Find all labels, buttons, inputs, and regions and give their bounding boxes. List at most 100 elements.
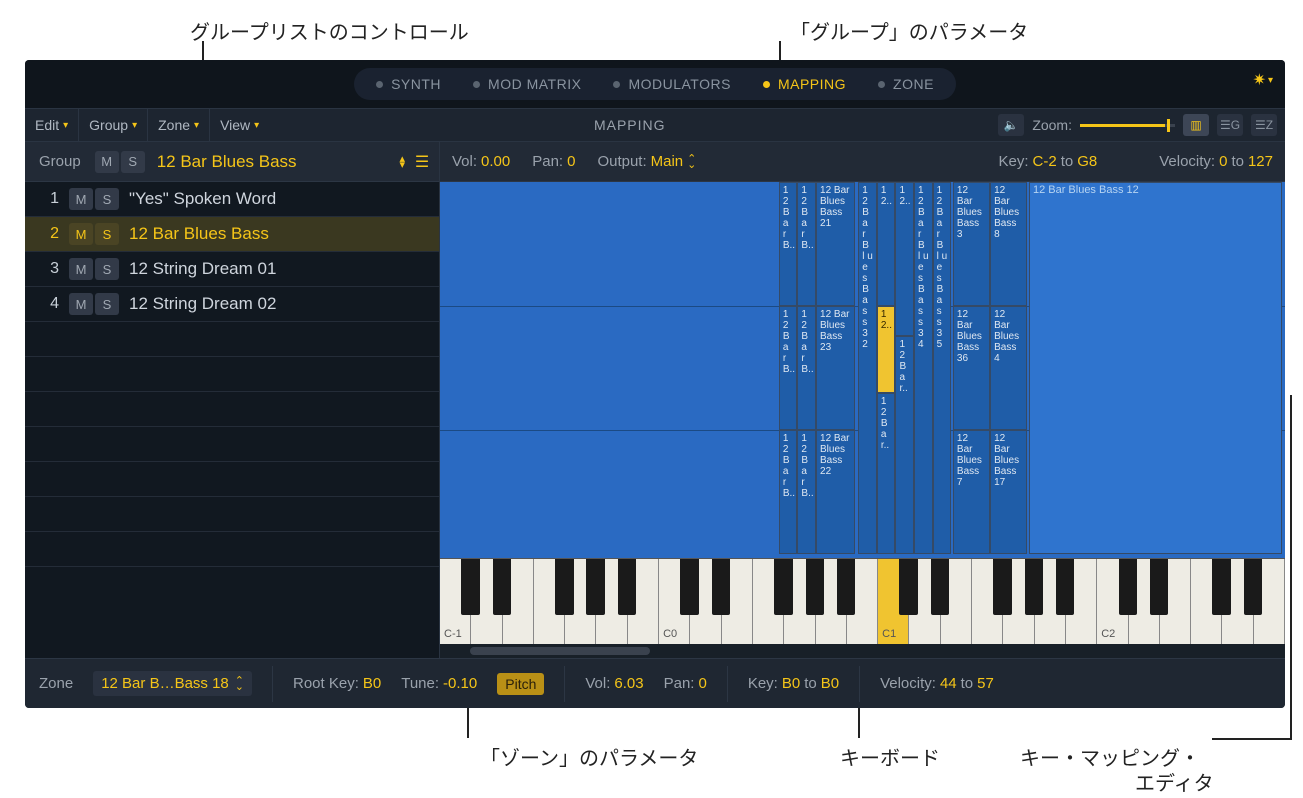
group-row-mute-button[interactable]: M — [69, 258, 93, 280]
zone-block[interactable]: 12 Bar Blues Bass 7 — [953, 430, 990, 554]
black-key[interactable] — [493, 559, 512, 615]
pitch-toggle-button[interactable]: Pitch — [497, 673, 544, 695]
zone-block[interactable]: 1 2 B a r B.. — [797, 306, 816, 430]
zone-block[interactable]: 1 2.. — [895, 182, 914, 336]
zone-block[interactable]: 1 2 B a r B l u e s B a s s 3 2 — [858, 182, 877, 554]
zone-block[interactable]: 12 Bar Blues Bass 8 — [990, 182, 1027, 306]
chevron-down-icon: ▾ — [1268, 75, 1273, 86]
black-key[interactable] — [1244, 559, 1263, 615]
black-key[interactable] — [618, 559, 637, 615]
divider — [564, 666, 565, 702]
black-key[interactable] — [461, 559, 480, 615]
group-prev-next-stepper[interactable]: ▴▾ — [399, 156, 405, 168]
zone-block[interactable]: 12 Bar Blues Bass 12 — [1029, 182, 1283, 554]
black-key[interactable] — [1025, 559, 1044, 615]
black-key[interactable] — [712, 559, 731, 615]
tab-zone[interactable]: ZONE — [862, 76, 950, 92]
tab-mapping[interactable]: MAPPING — [747, 76, 862, 92]
zone-vol-field[interactable]: Vol:6.03 — [585, 675, 643, 692]
group-row-solo-button[interactable]: S — [95, 223, 119, 245]
group-pan-field[interactable]: Pan:0 — [532, 153, 575, 170]
black-key[interactable] — [1119, 559, 1138, 615]
zone-pan-field[interactable]: Pan:0 — [664, 675, 707, 692]
group-row-mute-button[interactable]: M — [69, 188, 93, 210]
audition-button[interactable]: 🔈 — [998, 114, 1024, 136]
zone-block[interactable]: 1 2 B a r.. — [877, 393, 896, 555]
tab-modulators[interactable]: MODULATORS — [597, 76, 747, 92]
group-row-mute-button[interactable]: M — [69, 223, 93, 245]
zone-key-range[interactable]: Key:B0toB0 — [748, 675, 839, 692]
black-key[interactable] — [1212, 559, 1231, 615]
tab-synth[interactable]: SYNTH — [360, 76, 457, 92]
group-row[interactable]: 1 MS "Yes" Spoken Word — [25, 182, 439, 217]
zone-selector[interactable]: 12 Bar B…Bass 18⌃⌄ — [93, 671, 252, 696]
black-key[interactable] — [899, 559, 918, 615]
group-vol-field[interactable]: Vol:0.00 — [452, 153, 510, 170]
view-mode-zone-list[interactable]: ☰Z — [1251, 114, 1277, 136]
zone-block[interactable]: 12 Bar Blues Bass 17 — [990, 430, 1027, 554]
zone-block[interactable]: 1 2 B a r B.. — [797, 182, 816, 306]
view-mode-group-list[interactable]: ☰G — [1217, 114, 1243, 136]
keyboard[interactable]: C-1C0C1C2 — [440, 558, 1285, 644]
group-selector-name[interactable]: 12 Bar Blues Bass — [151, 152, 394, 172]
group-row[interactable]: 2 MS 12 Bar Blues Bass — [25, 217, 439, 252]
zone-tune-field[interactable]: Tune:-0.10 — [401, 675, 477, 692]
scrollbar-thumb[interactable] — [470, 647, 650, 655]
group-row-name: 12 Bar Blues Bass — [129, 224, 269, 244]
zoom-slider-handle[interactable] — [1167, 119, 1170, 132]
menu-group[interactable]: Group▾ — [79, 109, 148, 141]
zone-block[interactable]: 1 2 B a r B l u e s B a s s 3 5 — [933, 182, 952, 554]
zone-root-key-field[interactable]: Root Key:B0 — [293, 675, 381, 692]
chevron-down-icon: ▾ — [63, 120, 68, 131]
group-key-range[interactable]: Key:C-2toG8 — [999, 153, 1098, 170]
zone-block[interactable]: 1 2 B a r.. — [895, 336, 914, 554]
group-header-solo-button[interactable]: S — [121, 151, 145, 173]
zone-block[interactable]: 1 2.. — [877, 182, 896, 306]
zone-block[interactable]: 12 Bar Blues Bass 21 — [816, 182, 855, 306]
zone-block[interactable]: 12 Bar Blues Bass 22 — [816, 430, 855, 554]
settings-gear-button[interactable]: ✷▾ — [1253, 70, 1273, 90]
view-mode-keymap[interactable]: ▥ — [1183, 114, 1209, 136]
black-key[interactable] — [1056, 559, 1075, 615]
group-list-toggle-button[interactable]: ☰ — [411, 152, 433, 172]
zones-grid[interactable]: 12 Bar Blues Bass 12 1 2 B a r B.. 1 2 B… — [440, 182, 1285, 558]
zone-block[interactable]: 1 2 B a r B.. — [797, 430, 816, 554]
zone-block[interactable]: 1 2 B a r B.. — [779, 306, 798, 430]
zoom-slider[interactable] — [1080, 124, 1175, 127]
zone-list-icon: ☰Z — [1255, 118, 1273, 132]
zone-block[interactable]: 1 2 B a r B.. — [779, 182, 798, 306]
zone-block-selected[interactable]: 1 2.. — [877, 306, 896, 392]
zone-block[interactable]: 12 Bar Blues Bass 4 — [990, 306, 1027, 430]
group-label: Group — [31, 153, 89, 170]
zone-block[interactable]: 12 Bar Blues Bass 36 — [953, 306, 990, 430]
group-row-solo-button[interactable]: S — [95, 258, 119, 280]
black-key[interactable] — [806, 559, 825, 615]
menu-edit[interactable]: Edit▾ — [25, 109, 79, 141]
black-key[interactable] — [993, 559, 1012, 615]
group-row[interactable]: 3 MS 12 String Dream 01 — [25, 252, 439, 287]
black-key[interactable] — [931, 559, 950, 615]
zone-velocity-range[interactable]: Velocity:44to57 — [880, 675, 994, 692]
black-key[interactable] — [586, 559, 605, 615]
group-row-solo-button[interactable]: S — [95, 293, 119, 315]
key-mapping-editor[interactable]: 12 Bar Blues Bass 12 1 2 B a r B.. 1 2 B… — [440, 182, 1285, 658]
group-row-solo-button[interactable]: S — [95, 188, 119, 210]
black-key[interactable] — [680, 559, 699, 615]
black-key[interactable] — [774, 559, 793, 615]
black-key[interactable] — [837, 559, 856, 615]
mapping-horizontal-scrollbar[interactable] — [440, 644, 1285, 658]
black-key[interactable] — [1150, 559, 1169, 615]
zone-block[interactable]: 1 2 B a r B l u e s B a s s 3 4 — [914, 182, 933, 554]
menu-zone[interactable]: Zone▾ — [148, 109, 210, 141]
group-output-select[interactable]: Output:Main⌃⌄ — [597, 153, 696, 170]
group-velocity-range[interactable]: Velocity:0to127 — [1159, 153, 1273, 170]
tab-mod-matrix[interactable]: MOD MATRIX — [457, 76, 597, 92]
group-header-mute-button[interactable]: M — [95, 151, 119, 173]
zone-block[interactable]: 1 2 B a r B.. — [779, 430, 798, 554]
group-row[interactable]: 4 MS 12 String Dream 02 — [25, 287, 439, 322]
zone-block[interactable]: 12 Bar Blues Bass 3 — [953, 182, 990, 306]
group-row-mute-button[interactable]: M — [69, 293, 93, 315]
menu-view[interactable]: View▾ — [210, 109, 269, 141]
black-key[interactable] — [555, 559, 574, 615]
zone-block[interactable]: 12 Bar Blues Bass 23 — [816, 306, 855, 430]
